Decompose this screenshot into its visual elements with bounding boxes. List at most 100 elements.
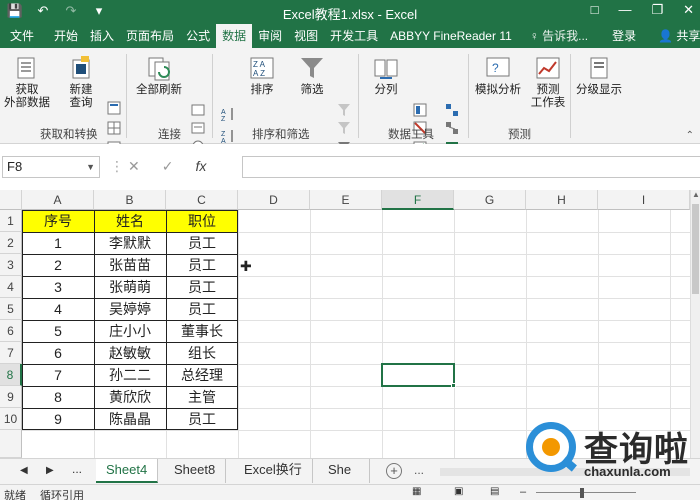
column-header[interactable]: G bbox=[454, 190, 526, 210]
table-cell[interactable]: 孙二二 bbox=[94, 364, 166, 386]
table-cell[interactable]: 吴婷婷 bbox=[94, 298, 166, 320]
sheet-tab-she[interactable]: She bbox=[318, 459, 370, 483]
sort-button[interactable]: Z A A Z 排序 bbox=[244, 54, 280, 97]
table-cell[interactable]: 员工 bbox=[166, 408, 238, 430]
enter-icon[interactable]: ✓ bbox=[162, 158, 174, 175]
scroll-up-icon[interactable]: ▲ bbox=[692, 190, 700, 199]
more-sheets-right[interactable]: ... bbox=[414, 463, 424, 477]
row-header[interactable]: 5 bbox=[0, 298, 22, 320]
column-header[interactable]: D bbox=[238, 190, 310, 210]
insert-function-icon[interactable]: fx bbox=[195, 158, 206, 175]
table-cell[interactable]: 庄小小 bbox=[94, 320, 166, 342]
row-header-selected[interactable]: 8 bbox=[0, 364, 22, 386]
restore-icon[interactable]: ❐ bbox=[651, 2, 663, 18]
filter-button[interactable]: 筛选 bbox=[292, 54, 332, 97]
consolidate-icon[interactable] bbox=[444, 102, 460, 118]
column-header-selected[interactable]: F bbox=[382, 190, 454, 210]
column-header[interactable]: E bbox=[310, 190, 382, 210]
page-layout-view-icon[interactable]: ▣ bbox=[454, 486, 463, 497]
tab-developer[interactable]: 开发工具 bbox=[324, 24, 384, 48]
table-cell[interactable]: 2 bbox=[22, 254, 94, 276]
tab-file[interactable]: 文件 bbox=[0, 24, 48, 48]
row-header[interactable]: 6 bbox=[0, 320, 22, 342]
ribbon-display-icon[interactable]: □ bbox=[591, 2, 599, 18]
table-cell[interactable]: 6 bbox=[22, 342, 94, 364]
sheet-tab-excel-wrap[interactable]: Excel换行 bbox=[234, 459, 313, 483]
table-cell[interactable]: 员工 bbox=[166, 232, 238, 254]
cell-c1[interactable]: 职位 bbox=[166, 210, 238, 232]
prev-sheet-icon[interactable]: ◀ bbox=[20, 465, 28, 476]
get-external-data-button[interactable]: 获取 外部数据 bbox=[2, 54, 52, 110]
table-cell[interactable]: 组长 bbox=[166, 342, 238, 364]
table-cell[interactable]: 黄欣欣 bbox=[94, 386, 166, 408]
row-header[interactable]: 3 bbox=[0, 254, 22, 276]
tab-formulas[interactable]: 公式 bbox=[180, 24, 216, 48]
drag-handle-icon[interactable]: ⋮ bbox=[110, 158, 124, 175]
add-sheet-icon[interactable]: + bbox=[386, 463, 402, 479]
outline-button[interactable]: 分级显示 bbox=[574, 54, 624, 97]
table-cell[interactable]: 3 bbox=[22, 276, 94, 298]
tab-insert[interactable]: 插入 bbox=[84, 24, 120, 48]
table-cell[interactable]: 主管 bbox=[166, 386, 238, 408]
collapse-ribbon-icon[interactable]: ⌃ bbox=[686, 130, 694, 141]
minimize-icon[interactable]: — bbox=[618, 2, 631, 18]
sheet-tab-sheet4[interactable]: Sheet4 bbox=[96, 459, 159, 483]
table-cell[interactable]: 7 bbox=[22, 364, 94, 386]
table-cell[interactable]: 总经理 bbox=[166, 364, 238, 386]
row-header[interactable]: 9 bbox=[0, 386, 22, 408]
tell-me-search[interactable]: ♀ 告诉我... bbox=[524, 24, 594, 48]
name-box[interactable]: F8 ▼ bbox=[2, 156, 100, 178]
table-cell[interactable]: 张苗苗 bbox=[94, 254, 166, 276]
table-cell[interactable]: 9 bbox=[22, 408, 94, 430]
table-cell[interactable]: 1 bbox=[22, 232, 94, 254]
table-cell[interactable]: 员工 bbox=[166, 298, 238, 320]
row-header[interactable]: 2 bbox=[0, 232, 22, 254]
tab-home[interactable]: 开始 bbox=[48, 24, 84, 48]
formula-input[interactable] bbox=[242, 156, 700, 178]
clear-filter-icon[interactable] bbox=[336, 102, 352, 118]
table-cell[interactable]: 陈晶晶 bbox=[94, 408, 166, 430]
column-header[interactable]: A bbox=[22, 190, 94, 210]
page-break-view-icon[interactable]: ▤ bbox=[490, 486, 499, 497]
row-header[interactable]: 1 bbox=[0, 210, 22, 232]
table-cell[interactable]: 员工 bbox=[166, 276, 238, 298]
column-header[interactable]: I bbox=[598, 190, 690, 210]
next-sheet-icon[interactable]: ▶ bbox=[46, 465, 54, 476]
login-link[interactable]: 登录 bbox=[606, 24, 642, 48]
sheet-tab-sheet8[interactable]: Sheet8 bbox=[164, 459, 227, 483]
column-header[interactable]: C bbox=[166, 190, 238, 210]
tab-abbyy[interactable]: ABBYY FineReader 11 bbox=[384, 24, 518, 48]
text-to-columns-button[interactable]: 分列 bbox=[366, 54, 406, 97]
properties-icon[interactable] bbox=[190, 120, 206, 136]
select-all-corner[interactable] bbox=[0, 190, 22, 210]
normal-view-icon[interactable]: ▦ bbox=[412, 486, 421, 497]
connections-icon[interactable] bbox=[190, 102, 206, 118]
close-icon[interactable]: ✕ bbox=[683, 2, 694, 18]
share-button[interactable]: 👤 共享 bbox=[652, 24, 700, 48]
sort-a-z-icon[interactable]: AZ bbox=[220, 106, 236, 122]
table-cell[interactable]: 董事长 bbox=[166, 320, 238, 342]
tab-page-layout[interactable]: 页面布局 bbox=[120, 24, 180, 48]
sort-z-a-icon[interactable]: ZA bbox=[220, 128, 236, 144]
more-sheets-left[interactable]: ... bbox=[72, 462, 82, 476]
from-table-icon[interactable] bbox=[106, 120, 122, 136]
column-header[interactable]: H bbox=[526, 190, 598, 210]
tab-review[interactable]: 审阅 bbox=[252, 24, 288, 48]
cancel-icon[interactable]: ✕ bbox=[128, 158, 140, 175]
column-header[interactable]: B bbox=[94, 190, 166, 210]
fill-handle[interactable] bbox=[451, 383, 456, 388]
row-header[interactable] bbox=[0, 430, 22, 458]
tab-view[interactable]: 视图 bbox=[288, 24, 324, 48]
zoom-out-icon[interactable]: – bbox=[520, 486, 526, 498]
zoom-slider[interactable] bbox=[536, 492, 636, 493]
tab-data[interactable]: 数据 bbox=[216, 24, 253, 48]
show-queries-icon[interactable] bbox=[106, 100, 122, 116]
row-header[interactable]: 4 bbox=[0, 276, 22, 298]
table-cell[interactable]: 员工 bbox=[166, 254, 238, 276]
new-query-button[interactable]: 新建 查询 bbox=[58, 54, 104, 110]
cell-a1[interactable]: 序号 bbox=[22, 210, 94, 232]
active-cell-selection[interactable] bbox=[381, 363, 455, 387]
row-header[interactable]: 7 bbox=[0, 342, 22, 364]
table-cell[interactable]: 5 bbox=[22, 320, 94, 342]
zoom-slider-thumb[interactable] bbox=[580, 488, 584, 498]
